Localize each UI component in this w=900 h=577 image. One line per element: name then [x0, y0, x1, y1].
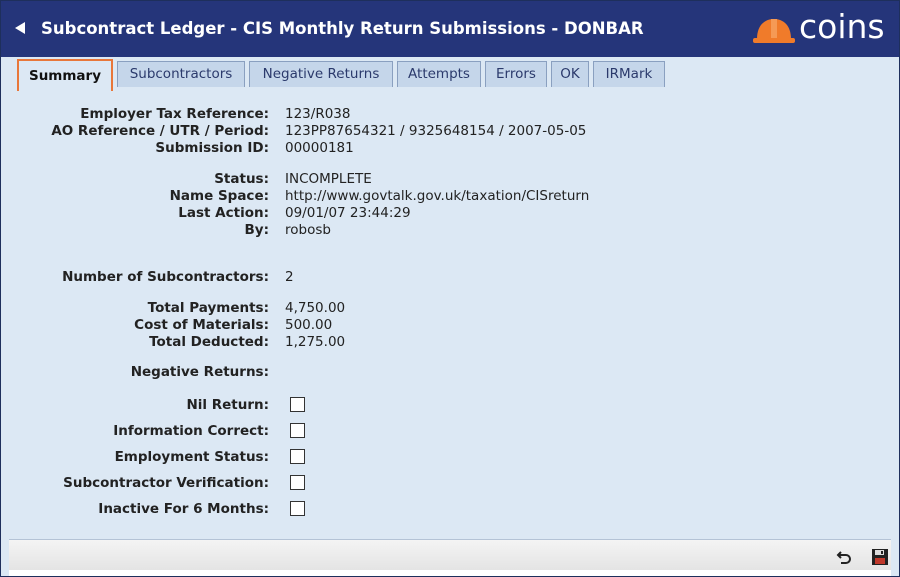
employment-status-label: Employment Status: [114, 449, 269, 465]
inactive-6-months-row: Inactive For 6 Months: [9, 501, 891, 518]
information-correct-checkbox[interactable] [290, 423, 305, 438]
name-space-label: Name Space: [169, 188, 269, 204]
inactive-6-months-checkbox[interactable] [290, 501, 305, 516]
status-row: Status: INCOMPLETE [9, 171, 891, 188]
coins-logo: coins [753, 7, 893, 47]
name-space-row: Name Space: http://www.govtalk.gov.uk/ta… [9, 188, 891, 205]
submission-id-value: 00000181 [285, 140, 354, 156]
ao-reference-row: AO Reference / UTR / Period: 123PP876543… [9, 123, 891, 140]
negative-returns-label: Negative Returns: [130, 364, 269, 380]
nil-return-label: Nil Return: [186, 397, 269, 413]
employer-tax-reference-row: Employer Tax Reference: 123/R038 [9, 106, 891, 123]
nil-return-row: Nil Return: [9, 397, 891, 414]
last-action-label: Last Action: [178, 205, 269, 221]
window-title: Subcontract Ledger - CIS Monthly Return … [41, 19, 644, 38]
subcontractor-verification-row: Subcontractor Verification: [9, 475, 891, 492]
tab-negative-returns[interactable]: Negative Returns [249, 61, 393, 87]
tab-irmark[interactable]: IRMark [593, 61, 665, 87]
employment-status-row: Employment Status: [9, 449, 891, 466]
name-space-value: http://www.govtalk.gov.uk/taxation/CISre… [285, 188, 590, 204]
negative-returns-row: Negative Returns: [9, 364, 891, 381]
footer-strip [9, 540, 891, 570]
subcontractor-verification-checkbox[interactable] [290, 475, 305, 490]
submission-id-row: Submission ID: 00000181 [9, 140, 891, 157]
cost-of-materials-label: Cost of Materials: [134, 317, 269, 333]
last-action-value: 09/01/07 23:44:29 [285, 205, 411, 221]
tab-summary[interactable]: Summary [17, 59, 113, 91]
back-arrow-icon[interactable] [15, 22, 25, 34]
by-value: robosb [285, 222, 331, 238]
by-row: By: robosb [9, 222, 891, 239]
total-payments-value: 4,750.00 [285, 300, 346, 316]
submission-id-label: Submission ID: [155, 140, 269, 156]
information-correct-label: Information Correct: [113, 423, 269, 439]
num-subcontractors-row: Number of Subcontractors: 2 [9, 269, 891, 286]
total-deducted-label: Total Deducted: [149, 334, 269, 350]
summary-panel: Employer Tax Reference: 123/R038 AO Refe… [9, 91, 891, 539]
status-value: INCOMPLETE [285, 171, 372, 187]
num-subcontractors-value: 2 [285, 269, 294, 285]
subcontractor-verification-label: Subcontractor Verification: [63, 475, 269, 491]
num-subcontractors-label: Number of Subcontractors: [62, 269, 269, 285]
tab-subcontractors[interactable]: Subcontractors [117, 61, 245, 87]
ao-reference-value: 123PP87654321 / 9325648154 / 2007-05-05 [285, 123, 587, 139]
tab-errors[interactable]: Errors [485, 61, 547, 87]
cis-return-window: Subcontract Ledger - CIS Monthly Return … [0, 0, 900, 577]
tab-ok[interactable]: OK [551, 61, 589, 87]
last-action-row: Last Action: 09/01/07 23:44:29 [9, 205, 891, 222]
nil-return-checkbox[interactable] [290, 397, 305, 412]
total-payments-label: Total Payments: [147, 300, 269, 316]
undo-icon[interactable] [835, 548, 853, 566]
cost-of-materials-row: Cost of Materials: 500.00 [9, 317, 891, 334]
status-label: Status: [214, 171, 269, 187]
ao-reference-label: AO Reference / UTR / Period: [51, 123, 269, 139]
title-bar: Subcontract Ledger - CIS Monthly Return … [1, 1, 899, 57]
logo-text: coins [799, 7, 885, 46]
employment-status-checkbox[interactable] [290, 449, 305, 464]
cost-of-materials-value: 500.00 [285, 317, 333, 333]
total-deducted-value: 1,275.00 [285, 334, 346, 350]
total-payments-row: Total Payments: 4,750.00 [9, 300, 891, 317]
inactive-6-months-label: Inactive For 6 Months: [98, 501, 269, 517]
employer-tax-reference-label: Employer Tax Reference: [80, 106, 269, 122]
footer-toolbar [9, 539, 891, 576]
save-icon[interactable] [871, 548, 889, 566]
hardhat-icon [753, 19, 795, 43]
tab-bar: Summary Subcontractors Negative Returns … [9, 57, 899, 91]
total-deducted-row: Total Deducted: 1,275.00 [9, 334, 891, 351]
tab-attempts[interactable]: Attempts [397, 61, 481, 87]
by-label: By: [244, 222, 270, 238]
information-correct-row: Information Correct: [9, 423, 891, 440]
employer-tax-reference-value: 123/R038 [285, 106, 351, 122]
